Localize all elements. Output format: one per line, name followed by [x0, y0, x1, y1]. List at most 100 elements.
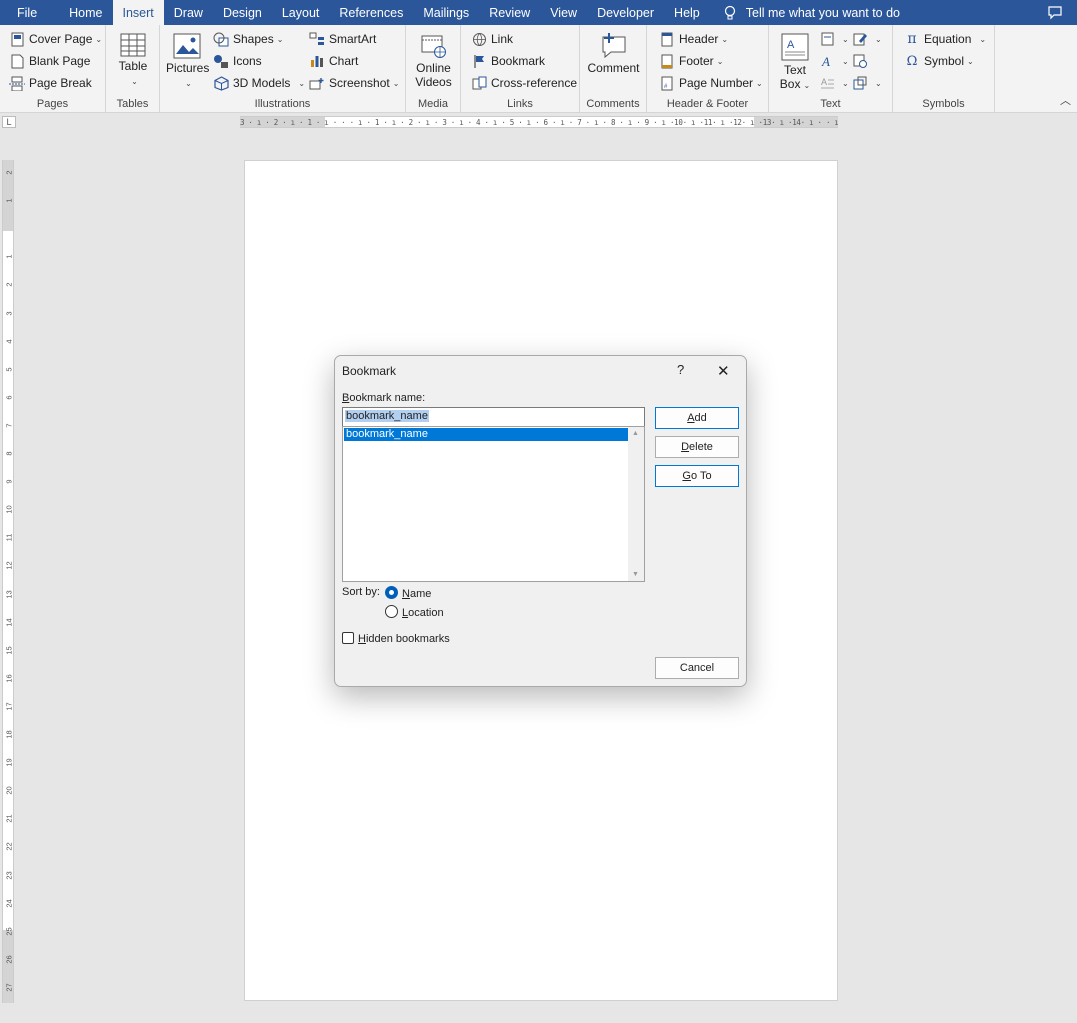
- sort-name-radio[interactable]: [385, 586, 398, 599]
- footer-button[interactable]: Footer ⌄: [659, 53, 723, 69]
- comment-icon: [1048, 6, 1062, 20]
- delete-button[interactable]: Delete: [655, 436, 739, 458]
- sort-location-radio[interactable]: [385, 605, 398, 618]
- wordart-button[interactable]: A ⌄: [819, 53, 849, 69]
- vertical-ruler-number: 3: [4, 310, 14, 316]
- icons-button[interactable]: Icons: [213, 53, 262, 69]
- object-button[interactable]: ⌄: [852, 75, 882, 91]
- comments-button[interactable]: [1047, 4, 1063, 23]
- bookmark-name-label: Bookmark name:: [342, 392, 426, 404]
- footer-icon: [659, 53, 675, 69]
- vertical-ruler-number: 21: [4, 814, 14, 823]
- header-label: Header: [679, 32, 719, 46]
- footer-label: Footer: [679, 54, 714, 68]
- tab-design[interactable]: Design: [213, 0, 272, 25]
- vertical-ruler-number: 12: [4, 561, 14, 571]
- group-label-symbols: Symbols: [922, 98, 965, 110]
- table-button[interactable]: Table ⌄: [116, 33, 150, 89]
- tab-help[interactable]: Help: [664, 0, 710, 25]
- tab-developer[interactable]: Developer: [587, 0, 664, 25]
- page-break-button[interactable]: Page Break: [9, 75, 92, 91]
- vertical-ruler-number: 1: [4, 254, 14, 259]
- vertical-ruler-number: 19: [4, 758, 14, 767]
- tab-mailings[interactable]: Mailings: [413, 0, 479, 25]
- object-icon: [852, 75, 868, 91]
- page-number-icon: #: [659, 75, 675, 91]
- group-links: Link Bookmark Cross-reference Links: [461, 25, 580, 113]
- cover-page-button[interactable]: Cover Page ⌄: [9, 31, 102, 47]
- screenshot-button[interactable]: Screenshot ⌄: [309, 75, 399, 91]
- 3d-models-button[interactable]: 3D Models ⌄: [213, 75, 305, 91]
- scroll-up-icon[interactable]: ▲: [632, 430, 639, 437]
- tab-layout[interactable]: Layout: [272, 0, 330, 25]
- vertical-ruler-number: 26: [4, 955, 14, 964]
- smartart-button[interactable]: SmartArt: [309, 31, 376, 47]
- collapse-ribbon-icon[interactable]: ︿: [1060, 92, 1071, 108]
- tab-view[interactable]: View: [540, 0, 587, 25]
- tab-file[interactable]: File: [0, 0, 59, 25]
- cover-page-label: Cover Page: [29, 32, 93, 46]
- pictures-button[interactable]: Pictures ⌄: [166, 33, 209, 91]
- text-box-button[interactable]: A Text Box ⌄: [777, 33, 813, 93]
- screenshot-label: Screenshot: [329, 76, 390, 90]
- tell-me-search[interactable]: Tell me what you want to do: [724, 0, 900, 25]
- comment-button[interactable]: Comment: [586, 31, 641, 75]
- online-video-icon: [421, 35, 446, 58]
- cancel-button[interactable]: Cancel: [655, 657, 739, 679]
- chart-button[interactable]: Chart: [309, 53, 358, 69]
- online-videos-label-2: Videos: [415, 75, 452, 89]
- shapes-button[interactable]: Shapes ⌄: [213, 31, 283, 47]
- list-item[interactable]: bookmark_name: [344, 428, 628, 441]
- date-time-button[interactable]: [852, 53, 872, 69]
- vertical-ruler-number: 13: [4, 589, 14, 599]
- signature-line-button[interactable]: ⌄: [852, 31, 882, 47]
- hidden-bookmarks-label: Hidden bookmarks: [358, 633, 450, 645]
- tab-insert[interactable]: Insert: [112, 0, 164, 25]
- vertical-ruler-number: 14: [4, 617, 14, 627]
- tab-selector[interactable]: L: [2, 116, 16, 128]
- tab-review[interactable]: Review: [479, 0, 540, 25]
- header-button[interactable]: Header ⌄: [659, 31, 728, 47]
- help-button[interactable]: ?: [677, 362, 684, 377]
- vertical-ruler-number: 4: [4, 339, 14, 344]
- list-scrollbar[interactable]: ▲ ▼: [628, 427, 644, 581]
- page-number-label: Page Number: [679, 76, 754, 90]
- 3d-models-label: 3D Models: [233, 76, 291, 90]
- vertical-ruler-number: 22: [4, 842, 14, 852]
- blank-page-button[interactable]: Blank Page: [9, 53, 90, 69]
- scroll-down-icon[interactable]: ▼: [632, 571, 639, 578]
- bookmark-name-input[interactable]: bookmark_name: [342, 407, 645, 427]
- horizontal-ruler[interactable]: 3 · ı · 2 · ı · 1 · ı · · · ı · 1 · ı · …: [240, 116, 838, 128]
- hidden-bookmarks-checkbox[interactable]: [342, 632, 354, 644]
- table-icon: [120, 33, 146, 57]
- ribbon-tab-bar: File Home Insert Draw Design Layout Refe…: [0, 0, 1077, 25]
- group-label-text: Text: [820, 98, 841, 110]
- omega-icon: Ω: [906, 53, 918, 69]
- quick-parts-button[interactable]: ⌄: [819, 31, 849, 47]
- smartart-label: SmartArt: [329, 32, 377, 46]
- drop-cap-button[interactable]: A ⌄: [819, 75, 849, 91]
- vertical-ruler[interactable]: 2 1 1 2 3 4 5 6 7 8 9 10 11 12 13 14 15 16 17 18 19 20 21 22 23 2…: [2, 160, 14, 1003]
- tab-home[interactable]: Home: [59, 0, 112, 25]
- page-number-button[interactable]: # Page Number ⌄: [659, 75, 763, 91]
- cross-reference-button[interactable]: Cross-reference: [471, 75, 577, 91]
- close-icon[interactable]: ✕: [717, 362, 730, 380]
- horizontal-ruler-numbers: 3 · ı · 2 · ı · 1 · ı · · · ı · 1 · ı · …: [240, 118, 838, 127]
- bookmark-list[interactable]: bookmark_name ▲ ▼: [342, 426, 645, 582]
- sort-by-label: Sort by:: [342, 586, 380, 598]
- svg-text:A: A: [787, 39, 795, 51]
- go-to-button[interactable]: Go To: [655, 465, 739, 487]
- bookmark-button[interactable]: Bookmark: [471, 53, 545, 69]
- vertical-ruler-number: 7: [4, 423, 14, 428]
- online-videos-button[interactable]: Online Videos: [412, 33, 455, 89]
- equation-button[interactable]: π Equation ⌄: [904, 31, 986, 47]
- symbol-button[interactable]: Ω Symbol ⌄: [904, 53, 974, 69]
- tab-draw[interactable]: Draw: [164, 0, 213, 25]
- pi-icon: π: [907, 31, 917, 47]
- vertical-ruler-number: 9: [4, 479, 14, 484]
- tab-references[interactable]: References: [329, 0, 413, 25]
- group-media: Online Videos Media: [406, 25, 461, 113]
- add-button[interactable]: Add: [655, 407, 739, 429]
- tell-me-text: Tell me what you want to do: [745, 5, 901, 20]
- link-button[interactable]: Link: [471, 31, 513, 47]
